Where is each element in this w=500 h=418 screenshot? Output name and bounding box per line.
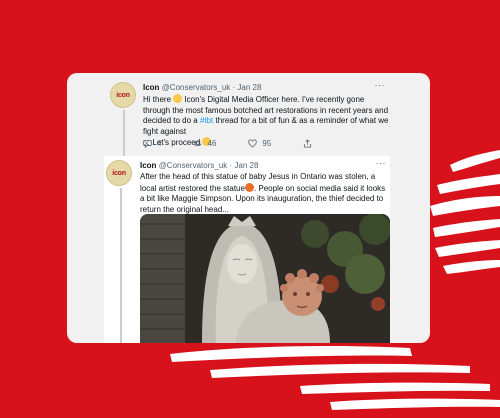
author-name[interactable]: Icon	[140, 161, 156, 170]
reply-count: 4	[157, 139, 162, 148]
hashtag-link[interactable]: #tbt	[200, 116, 213, 125]
like-button[interactable]: 95	[248, 139, 271, 148]
author-name[interactable]: Icon	[143, 83, 159, 92]
tweet-photo[interactable]	[140, 214, 390, 343]
more-options-icon[interactable]: ···	[375, 80, 386, 90]
tweet-1[interactable]: icon Icon @Conservators_uk · Jan 28 ··· …	[67, 73, 430, 156]
tweet-actions: 4 46 95	[143, 139, 344, 148]
retweet-count: 46	[207, 139, 217, 148]
author-handle[interactable]: @Conservators_uk	[159, 161, 228, 170]
brush-strokes-bottom	[170, 346, 500, 410]
retweet-icon	[194, 140, 202, 147]
tweet-2[interactable]: icon Icon @Conservators_uk · Jan 28 ··· …	[104, 156, 390, 343]
tweet-header: Icon @Conservators_uk · Jan 28	[143, 83, 261, 92]
reply-icon	[143, 139, 152, 148]
tweet-date[interactable]: Jan 28	[237, 83, 261, 92]
author-handle[interactable]: @Conservators_uk	[162, 83, 231, 92]
avatar[interactable]: icon	[106, 160, 132, 186]
avatar[interactable]: icon	[110, 82, 136, 108]
text-part: Hi there	[143, 95, 174, 104]
waving-hand-icon	[173, 94, 183, 103]
reply-button[interactable]: 4	[143, 139, 161, 148]
tweet-text: After the head of this statue of baby Je…	[140, 172, 386, 215]
tweet-header: Icon @Conservators_uk · Jan 28	[140, 161, 258, 170]
share-icon	[304, 139, 312, 148]
heart-icon	[248, 139, 258, 148]
share-button[interactable]	[303, 139, 312, 148]
tweet-card: icon Icon @Conservators_uk · Jan 28 ··· …	[67, 73, 430, 343]
separator: ·	[229, 161, 233, 170]
more-options-icon[interactable]: ···	[376, 158, 387, 168]
apple-icon	[244, 182, 254, 192]
separator: ·	[232, 83, 236, 92]
statue-photo-image	[140, 214, 390, 343]
thread-line	[123, 110, 125, 156]
retweet-button[interactable]: 46	[193, 139, 216, 148]
thread-line	[120, 188, 122, 343]
tweet-date[interactable]: Jan 28	[234, 161, 258, 170]
like-count: 95	[262, 139, 272, 148]
